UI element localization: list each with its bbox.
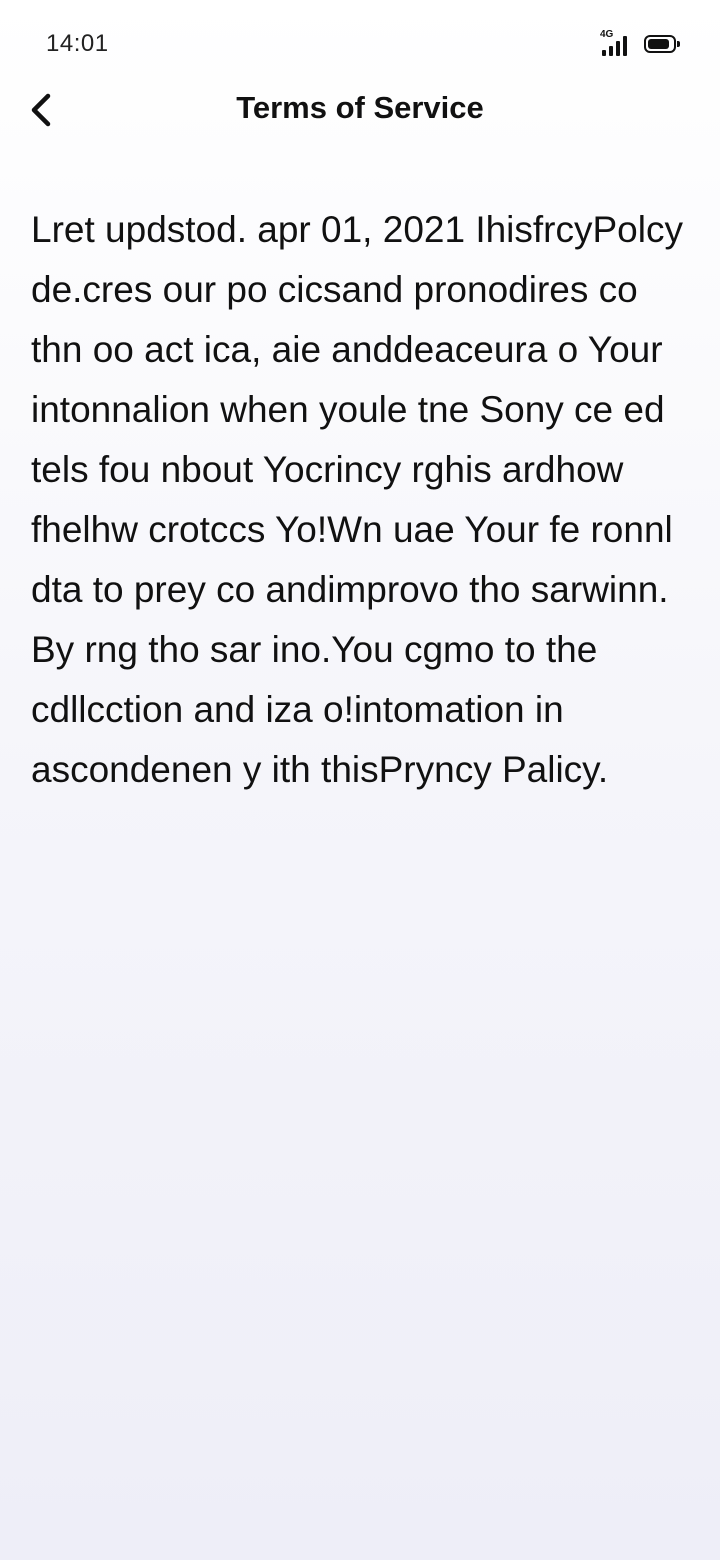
page-title: Terms of Service — [236, 90, 484, 125]
status-time: 14:01 — [46, 30, 109, 57]
status-icons: 4G — [600, 29, 680, 58]
battery-level — [648, 39, 669, 49]
terms-content: Lret updstod. apr 01, 2021 IhisfrcyPolcy… — [31, 200, 691, 800]
terms-body-text: Lret updstod. apr 01, 2021 IhisfrcyPolcy… — [31, 209, 683, 790]
status-bar: 14:01 4G — [0, 0, 720, 88]
signal-icon: 4G — [600, 29, 632, 56]
navigation-bar: Terms of Service — [0, 80, 720, 140]
network-type-label: 4G — [600, 29, 614, 40]
battery-icon — [644, 35, 680, 53]
